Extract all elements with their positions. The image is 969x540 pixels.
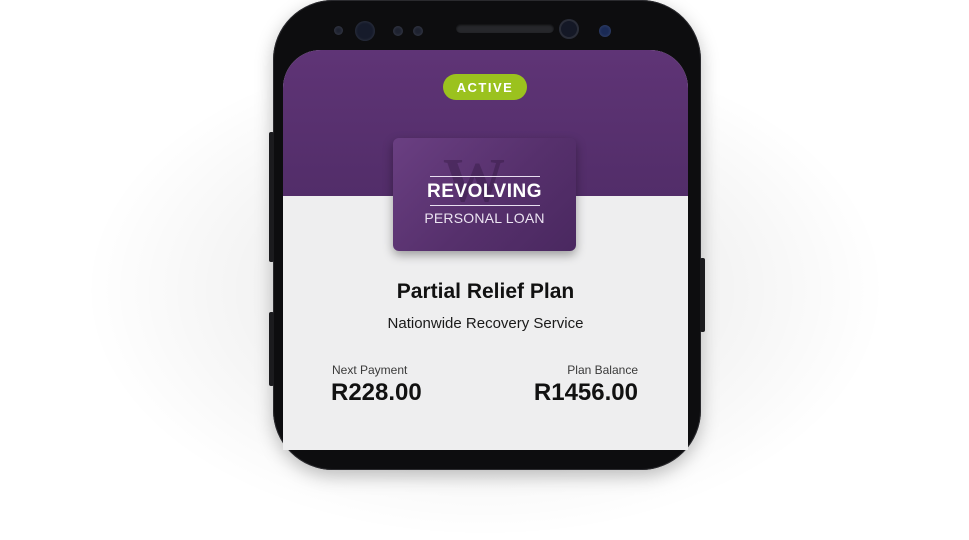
app-screen: ACTIVE W REVOLVING PERSONAL LOAN Partial…: [283, 50, 688, 450]
iris-sensor-icon: [413, 26, 423, 36]
selfie-camera-icon: [559, 19, 579, 39]
volume-button: [269, 132, 274, 262]
status-badge: ACTIVE: [443, 74, 527, 100]
next-payment-value: R228.00: [331, 379, 422, 406]
next-payment-label: Next Payment: [332, 363, 408, 377]
bixby-button: [269, 312, 274, 386]
plan-provider: Nationwide Recovery Service: [387, 315, 584, 332]
sensor-icon: [334, 26, 343, 35]
card-divider-bottom: [430, 205, 540, 206]
loan-card[interactable]: W REVOLVING PERSONAL LOAN: [393, 138, 576, 251]
earpiece-speaker: [456, 24, 554, 33]
plan-title: Partial Relief Plan: [396, 280, 575, 303]
card-subtitle: PERSONAL LOAN: [424, 210, 545, 226]
power-button: [700, 258, 705, 332]
plan-balance-value: R1456.00: [533, 379, 638, 406]
card-divider-top: [430, 176, 540, 177]
proximity-sensor-icon: [393, 26, 403, 36]
card-title: REVOLVING: [427, 181, 542, 202]
front-camera-icon: [355, 21, 375, 41]
iris-camera-icon: [599, 25, 611, 37]
plan-balance-label: Plan Balance: [567, 363, 638, 377]
